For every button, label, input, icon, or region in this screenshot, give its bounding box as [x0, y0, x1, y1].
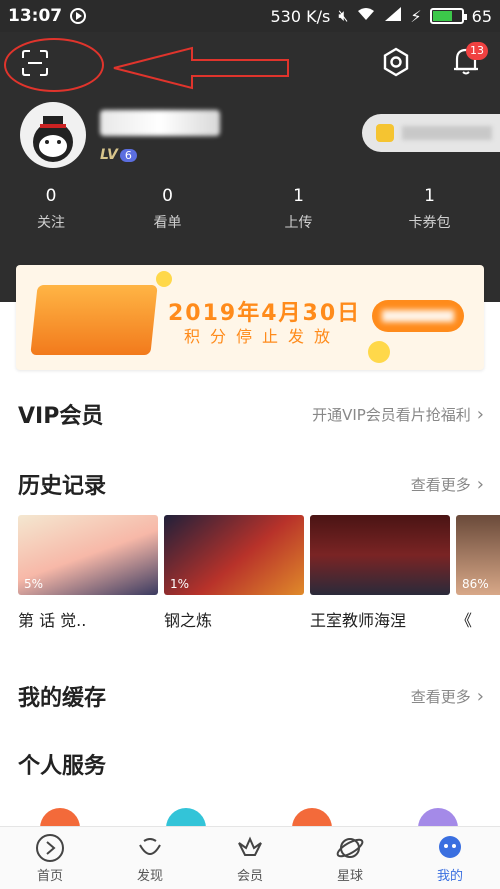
status-bar: 13:07 530 K/s 🔇︎ ⚡︎ 65	[0, 0, 500, 32]
avatar[interactable]	[20, 102, 86, 168]
nav-label: 会员	[236, 868, 263, 884]
stat-value: 1	[424, 186, 435, 206]
treasure-box-icon	[30, 285, 158, 355]
signal-icon	[384, 6, 402, 26]
nav-vip[interactable]: 会员	[200, 827, 300, 889]
stat-value: 0	[162, 186, 173, 206]
history-item-title: 钢之炼	[164, 611, 213, 630]
stat-label: 上传	[284, 215, 313, 231]
service-title: 个人服务	[18, 754, 107, 779]
annotation-arrow	[113, 46, 289, 90]
thumbnail: 5%	[18, 515, 158, 595]
nav-home[interactable]: 首页	[0, 827, 100, 889]
stats-row: 0 关注 0 看单 1 上传 1 卡券包	[0, 186, 500, 232]
service-icon[interactable]	[418, 808, 458, 828]
history-title: 历史记录	[18, 474, 107, 499]
stat-follow[interactable]: 0 关注	[0, 186, 102, 232]
watch-progress: 86%	[462, 577, 489, 591]
profile-icon	[439, 835, 461, 858]
planet-icon	[336, 837, 364, 858]
charging-icon: ⚡︎	[410, 6, 422, 26]
history-header: 历史记录 查看更多 ›	[18, 468, 484, 500]
history-item-title: 王室教师海涅	[310, 611, 407, 630]
history-item[interactable]: 86% 《	[456, 515, 500, 631]
nav-label: 我的	[436, 868, 463, 884]
stat-label: 看单	[153, 215, 182, 231]
banner-button[interactable]	[372, 300, 464, 332]
vip-link[interactable]: 开通VIP会员看片抢福利 ›	[312, 404, 484, 425]
nav-label: 首页	[36, 868, 63, 884]
thumbnail	[310, 515, 450, 595]
stat-value: 1	[293, 186, 304, 206]
nav-planet[interactable]: 星球	[300, 827, 400, 889]
media-play-icon	[70, 8, 87, 24]
chevron-right-icon: ›	[476, 685, 484, 707]
vip-section[interactable]: VIP会员 开通VIP会员看片抢福利 ›	[18, 398, 484, 430]
notification-badge: 13	[466, 42, 488, 60]
wifi-icon	[356, 6, 376, 26]
stat-coupons[interactable]: 1 卡券包	[364, 186, 495, 232]
history-item[interactable]: 王室教师海涅	[310, 515, 450, 631]
level-badge: LV 6	[100, 147, 137, 163]
stat-label: 卡券包	[408, 215, 451, 231]
vip-link-text: 开通VIP会员看片抢福利	[312, 405, 471, 424]
cache-title: 我的缓存	[18, 686, 107, 711]
mute-icon: 🔇︎	[338, 6, 349, 25]
battery-icon	[429, 8, 467, 24]
history-item[interactable]: 5% 第 话 觉..	[18, 515, 158, 631]
history-more-text: 查看更多	[410, 475, 471, 494]
cache-more-link[interactable]: 查看更多 ›	[411, 686, 484, 707]
level-prefix: LV	[100, 147, 118, 163]
service-icon[interactable]	[40, 808, 80, 828]
vip-section-title: VIP会员	[18, 404, 104, 429]
battery-level: 65	[471, 6, 492, 26]
banner-subtitle: 积分停止发放	[184, 327, 341, 346]
history-item-title: 第 话 觉..	[18, 611, 87, 630]
status-indicators: 530 K/s 🔇︎ ⚡︎ 65	[270, 6, 492, 26]
points-banner[interactable]: 2019年4月30日 积分停止发放	[16, 265, 484, 370]
stat-upload[interactable]: 1 上传	[233, 186, 364, 232]
nav-label: 星球	[336, 868, 363, 884]
history-item[interactable]: 1% 钢之炼	[164, 515, 304, 631]
bottom-nav: 首页 发现 会员 星球 我的	[0, 826, 500, 889]
cache-section[interactable]: 我的缓存 查看更多 ›	[18, 680, 484, 712]
history-item-title: 《	[456, 611, 473, 630]
vip-status-pill[interactable]	[362, 114, 500, 152]
settings-icon[interactable]	[381, 47, 411, 77]
nav-discover[interactable]: 发现	[100, 827, 200, 889]
username-blurred	[100, 110, 220, 136]
vip-icon	[238, 836, 262, 856]
history-more-link[interactable]: 查看更多 ›	[411, 474, 484, 495]
home-icon	[36, 833, 64, 862]
thumbnail: 86%	[456, 515, 500, 595]
chevron-right-icon: ›	[476, 403, 484, 425]
service-icon[interactable]	[166, 808, 206, 828]
watch-progress: 5%	[24, 577, 44, 591]
thumbnail: 1%	[164, 515, 304, 595]
crown-icon	[376, 124, 394, 142]
stat-label: 关注	[37, 215, 65, 231]
watch-progress: 1%	[170, 577, 190, 591]
coin-icon	[368, 341, 390, 363]
annotation-circle	[4, 38, 104, 92]
cache-more-text: 查看更多	[410, 687, 471, 706]
chevron-right-icon: ›	[476, 473, 484, 495]
clock: 13:07	[8, 6, 63, 26]
stat-watchlist[interactable]: 0 看单	[102, 186, 233, 232]
nav-profile[interactable]: 我的	[400, 827, 500, 889]
vip-status-blurred	[402, 126, 492, 140]
discover-icon	[139, 837, 161, 855]
level-number: 6	[119, 148, 137, 162]
service-icon[interactable]	[292, 808, 332, 828]
coin-icon	[156, 271, 172, 287]
stat-value: 0	[45, 186, 57, 206]
nav-label: 发现	[136, 868, 163, 884]
network-speed: 530 K/s	[270, 6, 331, 26]
service-section: 个人服务	[18, 748, 484, 780]
history-list: 5% 第 话 觉.. 1% 钢之炼 王室教师海涅 86% 《	[18, 515, 500, 635]
